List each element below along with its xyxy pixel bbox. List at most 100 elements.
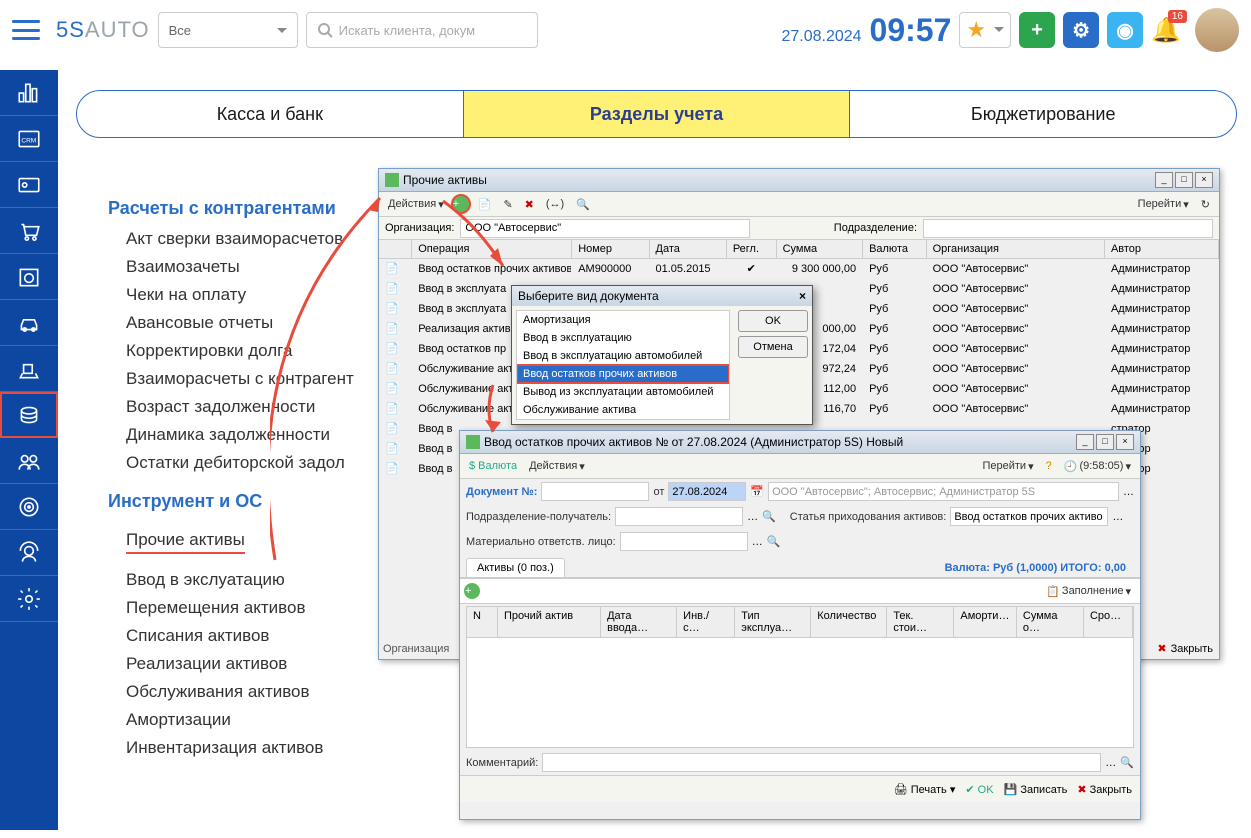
ok-button[interactable]: ✔ OK bbox=[965, 783, 993, 796]
close-button[interactable]: ✖ Закрыть bbox=[1077, 783, 1132, 796]
sidebar-warehouse[interactable] bbox=[0, 346, 58, 392]
avatar[interactable] bbox=[1195, 8, 1239, 52]
refresh2-icon[interactable]: ↻ bbox=[1196, 195, 1215, 214]
sidebar-crm[interactable]: CRM bbox=[0, 116, 58, 162]
dept-input[interactable] bbox=[615, 507, 743, 526]
save-button[interactable]: 💾 Записать bbox=[1004, 783, 1068, 796]
mol-input[interactable] bbox=[620, 532, 748, 551]
notifications-button[interactable]: 🔔16 bbox=[1151, 16, 1181, 45]
more-icon[interactable]: … bbox=[1112, 511, 1123, 523]
window-title[interactable]: Прочие активы _ □ × bbox=[379, 169, 1219, 192]
menu-item[interactable]: Акт сверки взаиморасчетов bbox=[126, 229, 388, 249]
nav-icon[interactable]: (↔) bbox=[541, 195, 569, 213]
list-item[interactable]: Ввод в эксплуатацию bbox=[517, 329, 729, 347]
time-button[interactable]: 🕘 (9:58:05) ▾ bbox=[1059, 457, 1136, 476]
article-input[interactable] bbox=[950, 507, 1108, 526]
table-row[interactable]: 📄Ввод остатков прочих активовAM90000001.… bbox=[379, 259, 1219, 279]
sidebar-money[interactable] bbox=[0, 392, 58, 438]
edit-icon[interactable]: ✎ bbox=[498, 195, 517, 214]
menu-item[interactable]: Ввод в экслуатацию bbox=[126, 570, 388, 590]
search-icon[interactable]: 🔍 bbox=[767, 535, 781, 548]
add-icon[interactable]: + bbox=[451, 194, 471, 214]
sidebar-team[interactable] bbox=[0, 438, 58, 484]
org-input[interactable] bbox=[460, 219, 750, 238]
search-input[interactable]: Искать клиента, докум bbox=[306, 12, 538, 48]
add-row-icon[interactable]: + bbox=[464, 583, 480, 599]
menu-item[interactable]: Остатки дебиторской задол bbox=[126, 453, 388, 473]
more-icon[interactable]: … bbox=[1105, 757, 1116, 769]
copy-icon[interactable]: 📄 bbox=[473, 195, 497, 214]
menu-item-active[interactable]: Прочие активы bbox=[126, 530, 245, 554]
menu-item[interactable]: Корректировки долга bbox=[126, 341, 388, 361]
sidebar-support[interactable] bbox=[0, 530, 58, 576]
minimize-icon[interactable]: _ bbox=[1155, 172, 1173, 188]
fill-menu[interactable]: 📋 Заполнение ▾ bbox=[1041, 582, 1136, 601]
search-icon[interactable]: 🔍 bbox=[762, 510, 776, 523]
menu-icon[interactable] bbox=[12, 20, 40, 40]
maximize-icon[interactable]: □ bbox=[1175, 172, 1193, 188]
sidebar-car[interactable] bbox=[0, 300, 58, 346]
modal-list[interactable]: АмортизацияВвод в эксплуатациюВвод в экс… bbox=[516, 310, 730, 420]
menu-item[interactable]: Взаимозачеты bbox=[126, 257, 388, 277]
dept-input[interactable] bbox=[923, 219, 1213, 238]
menu-item[interactable]: Амортизации bbox=[126, 710, 388, 730]
comment-input[interactable] bbox=[542, 753, 1101, 772]
actions-menu[interactable]: Действия ▾ bbox=[524, 457, 590, 476]
print-button[interactable]: 🖨 Печать ▾ bbox=[894, 783, 956, 796]
ok-button[interactable]: OK bbox=[738, 310, 808, 332]
list-item[interactable]: Амортизация bbox=[517, 311, 729, 329]
menu-item[interactable]: Реализации активов bbox=[126, 654, 388, 674]
menu-item[interactable]: Перемещения активов bbox=[126, 598, 388, 618]
more-icon[interactable]: … bbox=[752, 536, 763, 548]
delete-icon[interactable]: ✖ bbox=[520, 195, 539, 214]
tab-assets[interactable]: Активы (0 поз.) bbox=[466, 558, 565, 577]
scope-dropdown[interactable]: Все bbox=[158, 12, 298, 48]
window-title[interactable]: Ввод остатков прочих активов № от 27.08.… bbox=[460, 431, 1140, 454]
favorites-button[interactable]: ★ bbox=[959, 12, 1011, 48]
cancel-button[interactable]: Отмена bbox=[738, 336, 808, 358]
tab-budget[interactable]: Бюджетирование bbox=[850, 91, 1236, 137]
search-icon[interactable]: 🔍 bbox=[1120, 756, 1134, 769]
help-icon[interactable]: ? bbox=[1041, 457, 1057, 475]
currency-button[interactable]: $ Валюта bbox=[464, 457, 522, 475]
refresh-icon[interactable]: 🔍 bbox=[571, 195, 595, 214]
menu-item[interactable]: Взаиморасчеты с контрагент bbox=[126, 369, 388, 389]
list-item[interactable]: Обслуживание актива bbox=[517, 401, 729, 419]
close-button[interactable]: ✖Закрыть bbox=[1157, 642, 1213, 655]
sidebar-target[interactable] bbox=[0, 484, 58, 530]
menu-item[interactable]: Авансовые отчеты bbox=[126, 313, 388, 333]
sidebar-settings[interactable] bbox=[0, 576, 58, 622]
menu-item[interactable]: Списания активов bbox=[126, 626, 388, 646]
menu-item[interactable]: Динамика задолженности bbox=[126, 425, 388, 445]
more-icon[interactable]: … bbox=[1123, 486, 1134, 498]
help-button[interactable]: ◉ bbox=[1107, 12, 1143, 48]
calendar-icon[interactable]: 📅 bbox=[750, 485, 764, 498]
add-button[interactable]: + bbox=[1019, 12, 1055, 48]
close-icon[interactable]: × bbox=[799, 289, 806, 303]
menu-item[interactable]: Инвентаризация активов bbox=[126, 738, 388, 758]
actions-menu[interactable]: Действия ▾ bbox=[383, 195, 449, 214]
close-icon[interactable]: × bbox=[1195, 172, 1213, 188]
more-icon[interactable]: … bbox=[747, 511, 758, 523]
sidebar-calendar[interactable] bbox=[0, 254, 58, 300]
context-input[interactable] bbox=[768, 482, 1119, 501]
minimize-icon[interactable]: _ bbox=[1076, 434, 1094, 450]
tab-cash[interactable]: Касса и банк bbox=[77, 91, 464, 137]
sidebar-cart[interactable] bbox=[0, 208, 58, 254]
doc-number-input[interactable] bbox=[541, 482, 649, 501]
menu-item[interactable]: Чеки на оплату bbox=[126, 285, 388, 305]
doc-date-input[interactable] bbox=[668, 482, 746, 501]
menu-item[interactable]: Обслуживания активов bbox=[126, 682, 388, 702]
goto-menu[interactable]: Перейти ▾ bbox=[1133, 195, 1194, 214]
sidebar-reports[interactable] bbox=[0, 70, 58, 116]
close-icon[interactable]: × bbox=[1116, 434, 1134, 450]
goto-menu[interactable]: Перейти ▾ bbox=[977, 457, 1038, 476]
doc-grid[interactable]: N Прочий актив Дата ввода… Инв./ с… Тип … bbox=[466, 606, 1134, 748]
modal-title[interactable]: Выберите вид документа× bbox=[512, 286, 812, 306]
sidebar-clients[interactable] bbox=[0, 162, 58, 208]
list-item[interactable]: Вывод из эксплуатации автомобилей bbox=[517, 383, 729, 401]
maximize-icon[interactable]: □ bbox=[1096, 434, 1114, 450]
list-item[interactable]: Ввод остатков прочих активов bbox=[517, 365, 729, 383]
list-item[interactable]: Ввод в эксплуатацию автомобилей bbox=[517, 347, 729, 365]
settings-button[interactable]: ⚙ bbox=[1063, 12, 1099, 48]
